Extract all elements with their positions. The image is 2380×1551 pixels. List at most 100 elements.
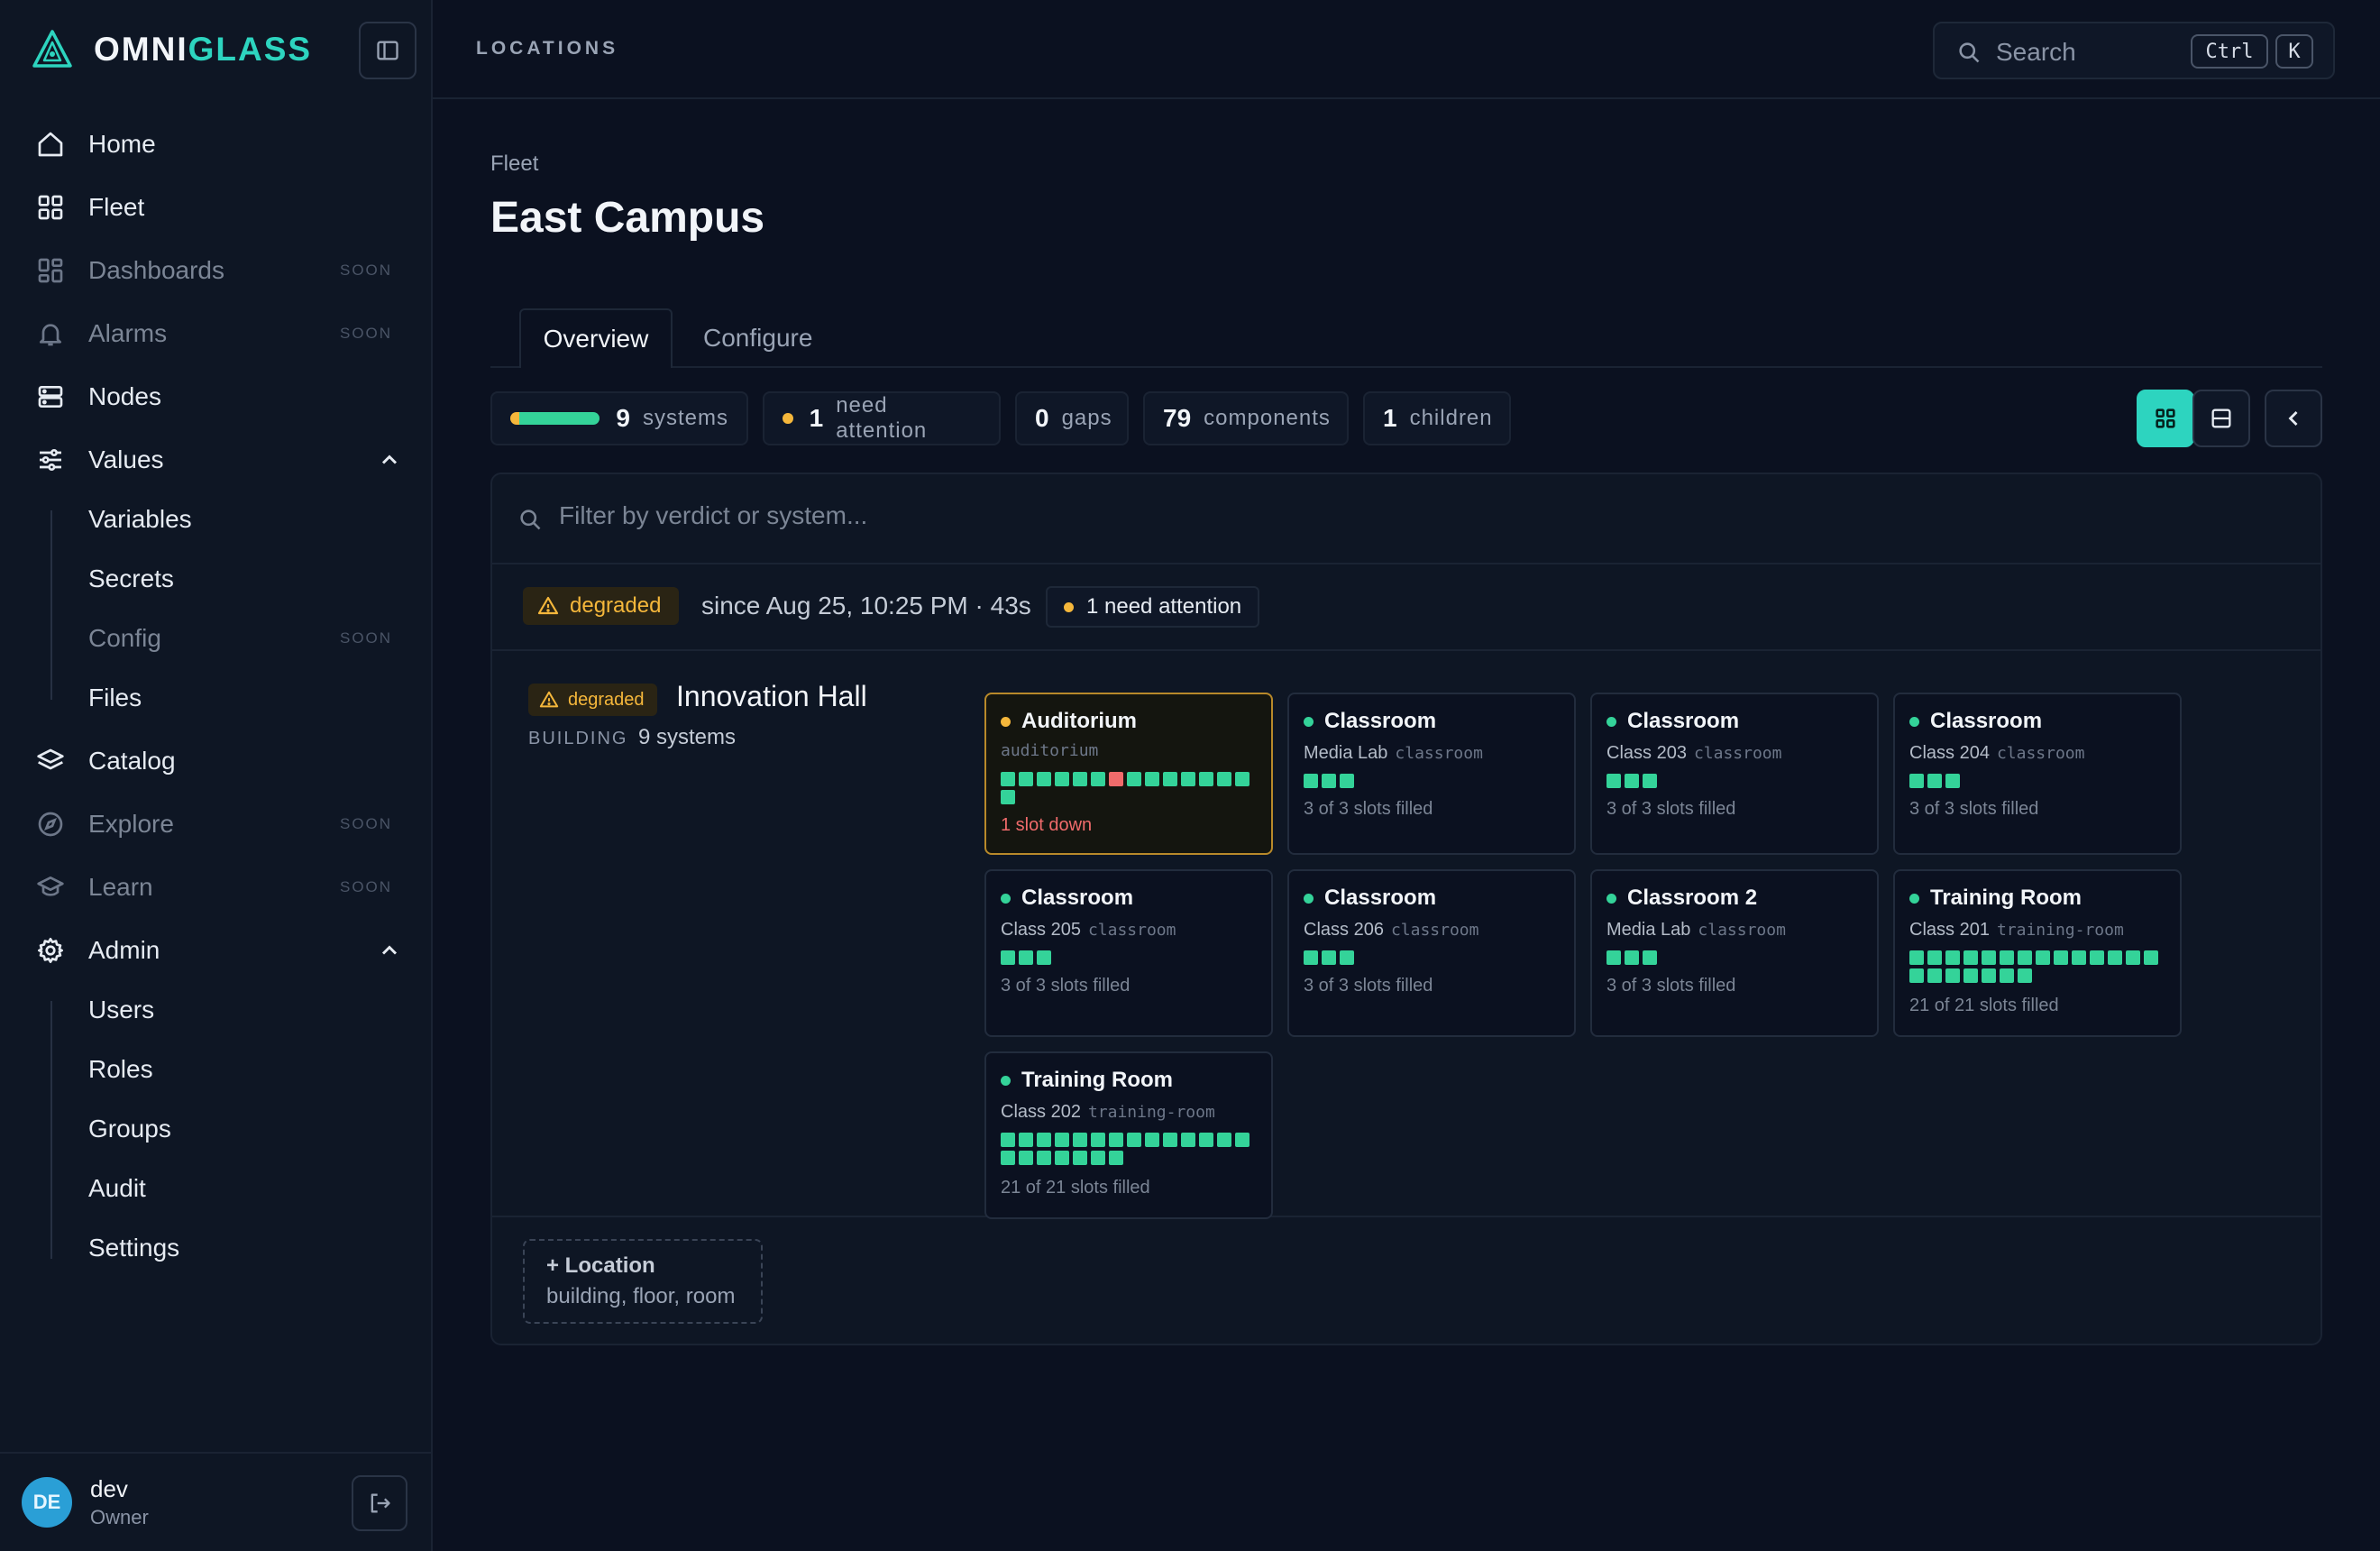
sidebar-item-admin[interactable]: Admin (0, 923, 433, 977)
stat-components: 79 components (1143, 391, 1349, 445)
sidebar-subitem-secrets[interactable]: Secrets (88, 556, 174, 601)
slot-filled (2090, 950, 2104, 965)
add-location-button[interactable]: + Location building, floor, room (523, 1239, 763, 1324)
grid-view-button[interactable] (2137, 390, 2194, 447)
slot-filled (1945, 968, 1960, 983)
collapse-panel-button[interactable] (2265, 390, 2322, 447)
search-input[interactable]: Search Ctrl K (1933, 22, 2335, 79)
location-type: BUILDING (528, 729, 628, 748)
grid-view-icon (2156, 408, 2175, 428)
system-card[interactable]: Auditorium auditorium 1 slot down (984, 693, 1273, 855)
sidebar-subitem-audit[interactable]: Audit (88, 1166, 146, 1211)
tab-configure[interactable]: Configure (703, 308, 812, 368)
system-title: Auditorium (1001, 709, 1137, 734)
sidebar-item-nodes[interactable]: Nodes (0, 370, 433, 424)
status-dot-icon (1606, 716, 1616, 727)
sidebar-item-explore[interactable]: Explore SOON (0, 797, 433, 851)
system-card[interactable]: Training Room Class 202 training-room 21 of… (984, 1051, 1273, 1219)
status-dot-icon (1606, 893, 1616, 904)
system-card[interactable]: Classroom Class 204 classroom 3 of 3 slots … (1893, 693, 2182, 855)
status-text: degraded (570, 593, 662, 618)
sidebar-item-label: Fleet (88, 193, 145, 221)
chevron-up-icon (381, 454, 398, 464)
sidebar-subitem-files[interactable]: Files (88, 675, 142, 720)
sidebar-item-values[interactable]: Values (0, 433, 433, 487)
system-room: Media Lab (1304, 743, 1388, 763)
slot-filled (1019, 1133, 1033, 1147)
sliders-icon (34, 444, 67, 476)
system-card[interactable]: Training Room Class 201 training-room 21 of… (1893, 869, 2182, 1037)
sidebar-subitem-settings[interactable]: Settings (88, 1225, 179, 1271)
sidebar-item-learn[interactable]: Learn SOON (0, 860, 433, 914)
system-card[interactable]: Classroom Class 206 classroom 3 of 3 slots … (1287, 869, 1576, 1037)
brand[interactable]: OMNIGLASS (31, 27, 312, 72)
breadcrumb[interactable]: Fleet (490, 151, 538, 177)
slot-filled (1055, 1133, 1069, 1147)
system-card[interactable]: Classroom Media Lab classroom 3 of 3 slots … (1287, 693, 1576, 855)
system-kind: classroom (1390, 921, 1479, 940)
list-view-button[interactable] (2192, 390, 2250, 447)
system-card[interactable]: Classroom 2 Media Lab classroom 3 of 3 slot… (1590, 869, 1879, 1037)
sidebar-toggle-button[interactable] (359, 22, 416, 79)
bell-icon (34, 317, 67, 350)
slot-summary: 3 of 3 slots filled (1606, 799, 1736, 819)
slot-filled (1019, 1151, 1033, 1165)
system-room: Media Lab (1606, 920, 1691, 940)
filter-input[interactable]: Filter by verdict or system... (492, 474, 2320, 564)
slot-filled (1982, 950, 1996, 965)
slot-filled (1001, 790, 1015, 804)
system-title-text: Classroom (1930, 709, 2043, 733)
logout-button[interactable] (352, 1475, 407, 1531)
slot-filled (1606, 950, 1621, 965)
slot-filled (1982, 968, 1996, 983)
sidebar-subitem-users[interactable]: Users (88, 987, 154, 1032)
system-subtitle: Class 201 training-room (1909, 920, 2124, 941)
sidebar-item-label: Catalog (88, 747, 176, 775)
attention-chip[interactable]: 1 need attention (1046, 586, 1260, 628)
system-card[interactable]: Classroom Class 205 classroom 3 of 3 slots … (984, 869, 1273, 1037)
soon-badge: SOON (340, 262, 393, 279)
sidebar-item-label: Admin (88, 936, 160, 964)
sidebar-item-home[interactable]: Home (0, 117, 433, 171)
sidebar-item-dashboards[interactable]: Dashboards SOON (0, 243, 433, 298)
system-room: Class 205 (1001, 920, 1081, 940)
slot-filled (1304, 950, 1318, 965)
status-dot-icon (1001, 893, 1011, 904)
slot-down (1109, 772, 1123, 786)
slot-filled (1340, 950, 1354, 965)
sidebar-panel-icon (377, 41, 398, 60)
system-kind: classroom (1693, 744, 1782, 763)
slot-filled (1001, 1151, 1015, 1165)
slot-filled (2108, 950, 2122, 965)
slot-filled (2054, 950, 2068, 965)
system-card[interactable]: Classroom Class 203 classroom 3 of 3 slots … (1590, 693, 1879, 855)
system-subtitle: Media Lab classroom (1304, 743, 1483, 764)
sidebar-item-alarms[interactable]: Alarms SOON (0, 307, 433, 361)
sidebar-subitem-roles[interactable]: Roles (88, 1047, 153, 1092)
system-title: Classroom (1001, 886, 1133, 911)
system-subtitle: Class 203 classroom (1606, 743, 1781, 764)
slot-filled (1091, 1133, 1105, 1147)
compass-icon (34, 808, 67, 840)
system-kind: classroom (1087, 921, 1176, 940)
location-name[interactable]: Innovation Hall (676, 680, 867, 713)
tab-overview[interactable]: Overview (519, 308, 673, 368)
slot-filled (1625, 950, 1639, 965)
chevron-up-icon (381, 945, 398, 955)
slot-filled (1181, 1133, 1195, 1147)
sidebar-subitem-config[interactable]: Config (88, 616, 161, 661)
system-kind: training-room (1996, 921, 2124, 940)
stat-attention[interactable]: 1 need attention (763, 391, 1001, 445)
slot-filled (1304, 774, 1318, 788)
slot-grid (1909, 774, 2171, 788)
stat-value: 9 (616, 404, 630, 432)
avatar[interactable]: DE (22, 1477, 72, 1528)
sidebar-item-catalog[interactable]: Catalog (0, 734, 433, 788)
status-text: degraded (568, 689, 645, 710)
system-title: Classroom (1606, 709, 1739, 734)
sidebar-subitem-variables[interactable]: Variables (88, 497, 192, 542)
verdict-since: since Aug 25, 10:25 PM · 43s (701, 592, 1031, 619)
sidebar-item-fleet[interactable]: Fleet (0, 180, 433, 234)
sidebar-subitem-groups[interactable]: Groups (88, 1106, 171, 1152)
location-group: degraded Innovation Hall BUILDING 9 syst… (492, 651, 2320, 1219)
